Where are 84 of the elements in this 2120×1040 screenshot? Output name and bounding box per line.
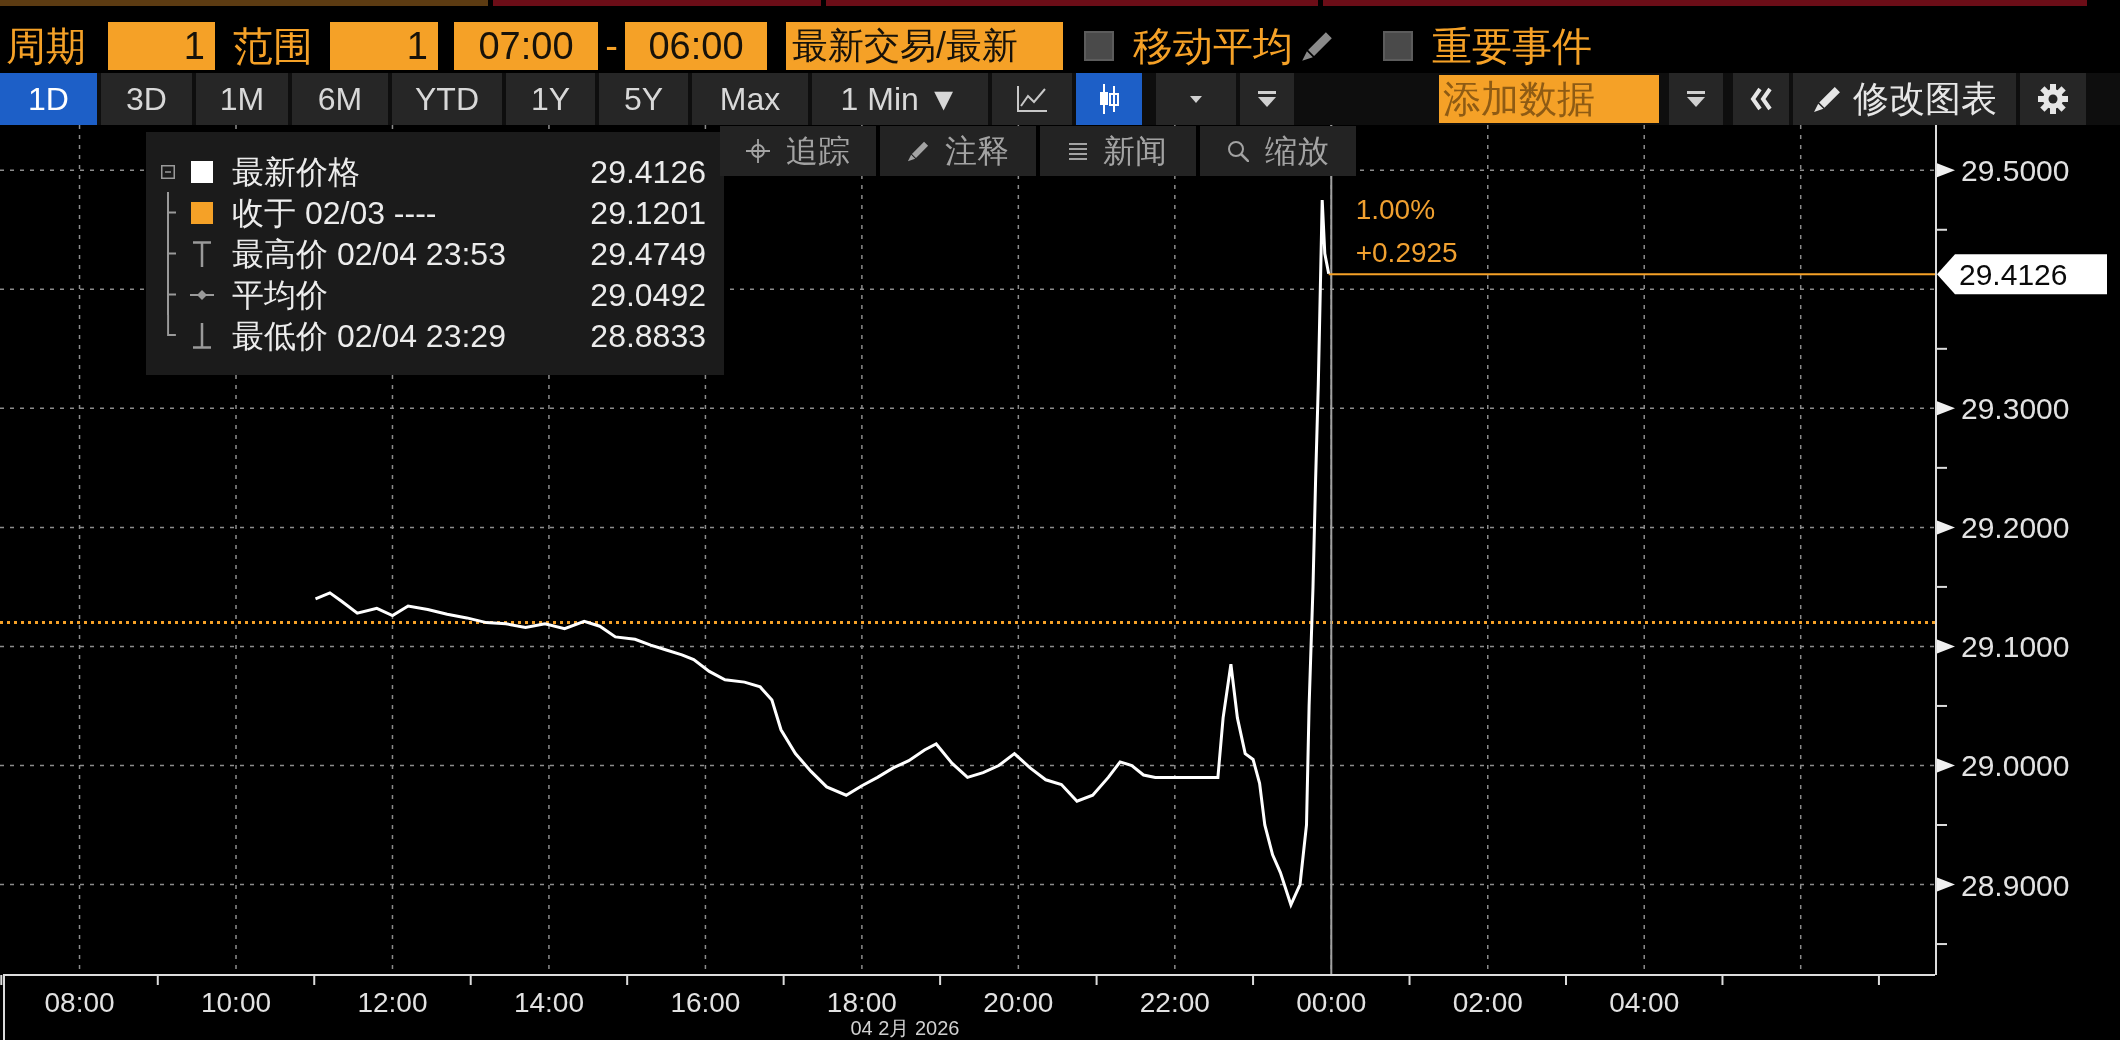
caret-bar-icon xyxy=(1258,91,1276,107)
range-tab[interactable]: 6M xyxy=(292,73,388,125)
price-change-label: +0.2925 xyxy=(1355,237,1458,269)
axis-label: 29.0000 xyxy=(1961,749,2070,783)
price-source-dropdown[interactable]: 最新交易/最新 xyxy=(786,22,1063,70)
high-marker-icon xyxy=(193,240,211,267)
date-label: 04 2月 2026 xyxy=(850,1017,960,1039)
search-icon xyxy=(1227,140,1249,162)
range-label: 范围 xyxy=(233,26,313,66)
chart-type-button[interactable] xyxy=(992,73,1072,125)
axis-label: 29.1000 xyxy=(1961,630,2070,664)
legend-label: 最低价 02/04 23:29 xyxy=(232,319,506,352)
axis-label: 12:00 xyxy=(357,987,428,1018)
ref-line-label: 29.4126 xyxy=(1959,258,2068,292)
settings-button[interactable] xyxy=(2020,73,2086,125)
range-tab[interactable]: Max xyxy=(692,73,808,125)
settings-icon xyxy=(2038,84,2068,114)
axis-label: 16:00 xyxy=(670,987,741,1018)
range-tab[interactable]: YTD xyxy=(392,73,502,125)
price-tag: 29.4126 xyxy=(1937,254,2107,295)
range-tab[interactable]: 1M xyxy=(196,73,288,125)
list-icon xyxy=(1069,142,1087,160)
checkbox[interactable] xyxy=(1383,31,1413,61)
range-tab[interactable]: 1D xyxy=(0,73,97,125)
axis-label: 20:00 xyxy=(983,987,1054,1018)
period-label: 周期 xyxy=(6,26,86,66)
axis-label: 04:00 xyxy=(1609,987,1680,1018)
start-time-field[interactable]: 07:00 xyxy=(454,22,598,70)
period-field[interactable]: 1 xyxy=(108,22,215,70)
edit-chart-button[interactable]: 修改图表 xyxy=(1793,73,2016,125)
double-chevron-icon xyxy=(1750,87,1772,111)
crosshair-icon xyxy=(746,139,770,163)
line-chart-icon xyxy=(1017,86,1047,112)
tree-branch-icon xyxy=(167,192,176,233)
tool-button[interactable]: 新闻 xyxy=(1040,126,1196,176)
legend-label: 最高价 02/04 23:53 xyxy=(232,237,506,270)
range-field[interactable]: 1 xyxy=(330,22,438,70)
tool-button[interactable]: 注释 xyxy=(880,126,1036,176)
add-data-field[interactable]: 添加数据 xyxy=(1439,75,1659,123)
legend-label: 平均价 xyxy=(232,278,328,311)
legend-value: 29.4749 xyxy=(590,237,707,270)
caret-icon xyxy=(1190,95,1202,103)
axis-label: 28.9000 xyxy=(1961,868,2070,902)
tool-button[interactable]: 追踪 xyxy=(720,126,876,176)
legend-value: 28.8833 xyxy=(590,319,707,352)
checkbox[interactable] xyxy=(1084,31,1114,61)
legend-label: 最新价格 xyxy=(232,155,360,188)
collapse-button[interactable] xyxy=(1733,73,1789,125)
legend-value: 29.0492 xyxy=(590,278,707,311)
axis-label: 14:00 xyxy=(513,987,584,1018)
axis-label: 00:00 xyxy=(1296,987,1367,1018)
collapse-icon[interactable] xyxy=(161,164,175,179)
axis-label: 08:00 xyxy=(44,987,115,1018)
caret-bar-icon xyxy=(1687,91,1705,107)
legend-value: 29.4126 xyxy=(590,155,707,188)
range-tab[interactable]: 3D xyxy=(101,73,192,125)
percent-change-label: 1.00% xyxy=(1355,194,1436,226)
legend-label: 收于 02/03 ---- xyxy=(232,196,437,229)
range-tab[interactable]: 5Y xyxy=(599,73,688,125)
tool-button[interactable]: 缩放 xyxy=(1200,126,1356,176)
time-separator: - xyxy=(604,27,619,65)
candlestick-icon xyxy=(1098,84,1120,114)
axis-label: 02:00 xyxy=(1452,987,1523,1018)
pencil-icon xyxy=(907,140,929,162)
low-marker-icon xyxy=(193,322,211,349)
axis-label: 29.3000 xyxy=(1961,392,2070,426)
average-marker-icon xyxy=(190,288,214,301)
checkbox-label: 移动平均 xyxy=(1133,26,1293,66)
interval-dropdown[interactable]: 1 Min ▼ xyxy=(812,73,988,125)
menu-button[interactable] xyxy=(1240,73,1294,125)
axis-label: 10:00 xyxy=(200,987,272,1018)
end-time-field[interactable]: 06:00 xyxy=(625,22,767,70)
axis-label: 18:00 xyxy=(826,987,897,1018)
chart-type-button[interactable] xyxy=(1076,73,1142,125)
range-tab[interactable]: 1Y xyxy=(506,73,595,125)
pencil-icon xyxy=(1812,85,1841,113)
axis-label: 29.2000 xyxy=(1961,511,2070,545)
menu-button[interactable] xyxy=(1669,73,1723,125)
axis-label: 29.5000 xyxy=(1961,154,2070,188)
pencil-icon[interactable] xyxy=(1301,30,1333,62)
tree-branch-icon xyxy=(167,233,176,274)
checkbox-label: 重要事件 xyxy=(1432,26,1592,66)
legend-value: 29.1201 xyxy=(590,196,707,229)
axis-label: 22:00 xyxy=(1139,987,1210,1018)
